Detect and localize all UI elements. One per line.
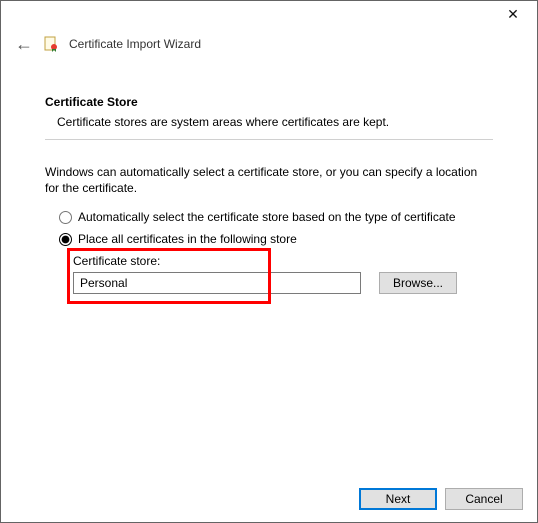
section-heading: Certificate Store <box>45 95 493 109</box>
radio-auto-select[interactable]: Automatically select the certificate sto… <box>59 210 493 224</box>
radio-place-input[interactable] <box>59 233 72 246</box>
certificate-icon <box>43 36 59 52</box>
cancel-button[interactable]: Cancel <box>445 488 523 510</box>
divider <box>45 139 493 140</box>
radio-auto-input[interactable] <box>59 211 72 224</box>
store-label: Certificate store: <box>73 254 493 268</box>
radio-place-all[interactable]: Place all certificates in the following … <box>59 232 493 246</box>
next-button[interactable]: Next <box>359 488 437 510</box>
wizard-title: Certificate Import Wizard <box>69 37 201 51</box>
intro-text: Windows can automatically select a certi… <box>45 164 493 196</box>
wizard-header: ← Certificate Import Wizard <box>1 31 537 65</box>
footer-buttons: Next Cancel <box>359 488 523 510</box>
radio-place-label: Place all certificates in the following … <box>78 232 297 246</box>
back-arrow-icon[interactable]: ← <box>15 35 33 53</box>
section-subtext: Certificate stores are system areas wher… <box>57 115 493 129</box>
close-icon[interactable]: ✕ <box>501 6 525 26</box>
radio-auto-label: Automatically select the certificate sto… <box>78 210 456 224</box>
browse-button[interactable]: Browse... <box>379 272 457 294</box>
certificate-store-input[interactable] <box>73 272 361 294</box>
